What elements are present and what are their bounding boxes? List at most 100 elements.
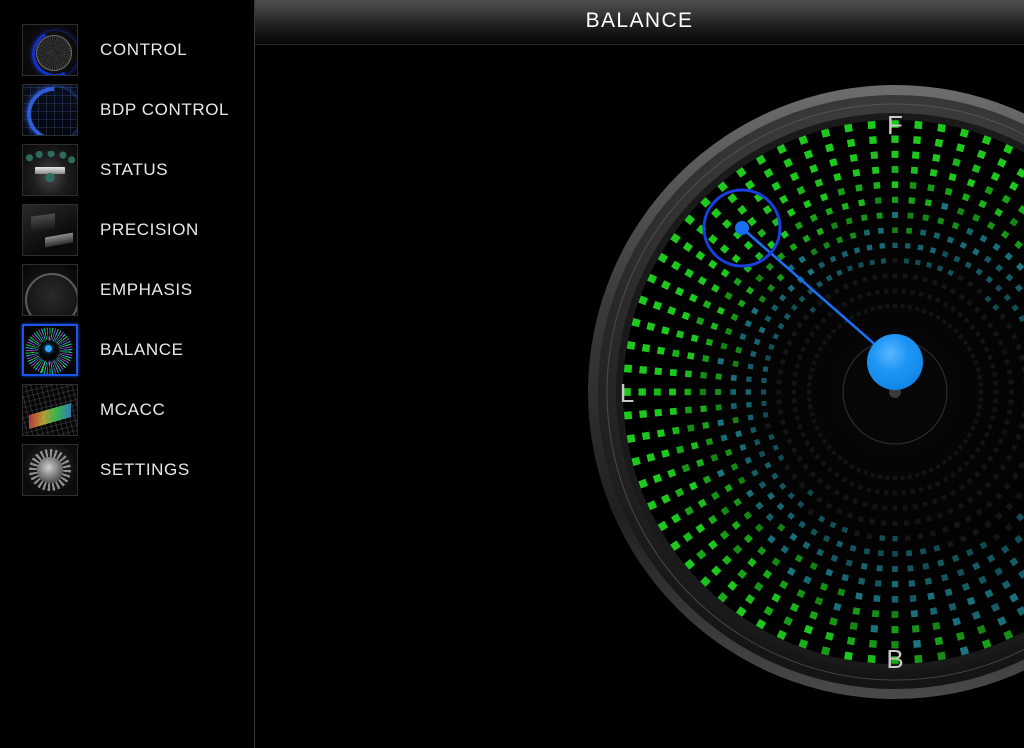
title-bar: BALANCE: [255, 0, 1024, 45]
balance-dial-svg[interactable]: F B L R: [585, 82, 1024, 702]
knob-dial-icon-art: [23, 25, 77, 75]
led-cell: [874, 489, 881, 495]
led-cell: [892, 212, 898, 218]
sidebar-item-mcacc[interactable]: MCACC: [0, 380, 255, 440]
led-cell: [913, 639, 922, 648]
sidebar-item-label: SETTINGS: [100, 460, 190, 479]
led-cell: [844, 651, 853, 661]
sidebar-item-emphasis[interactable]: EMPHASIS: [0, 260, 255, 320]
led-cell: [702, 421, 710, 429]
led-cell: [993, 389, 999, 395]
led-cell: [977, 374, 983, 380]
led-cell: [993, 380, 999, 386]
led-cell: [879, 243, 886, 249]
led-cell: [863, 229, 871, 236]
led-cell: [879, 535, 886, 541]
led-cell: [807, 397, 812, 402]
led-cell: [892, 288, 898, 294]
led-cell: [882, 273, 888, 279]
led-cell: [746, 401, 752, 408]
led-cell: [873, 595, 881, 603]
led-cell: [700, 371, 707, 379]
balance-radial-icon-art: [24, 326, 76, 374]
led-cell: [877, 474, 883, 480]
led-cell: [924, 577, 932, 585]
led-cell: [978, 389, 984, 395]
led-cell: [639, 410, 648, 419]
led-cell: [654, 367, 663, 376]
led-cell: [891, 181, 899, 188]
led-cell: [913, 136, 922, 145]
balance-dial[interactable]: F B L R: [585, 82, 1024, 702]
led-cell: [883, 490, 889, 496]
led-cell: [730, 389, 736, 395]
led-cell: [1008, 379, 1014, 385]
led-cell: [807, 374, 813, 380]
led-cell: [849, 153, 858, 163]
led-cell: [654, 408, 663, 417]
led-cell: [892, 475, 898, 481]
led-cell: [846, 138, 856, 148]
led-cell: [871, 166, 880, 175]
led-cell: [1006, 409, 1013, 415]
led-cell: [891, 150, 899, 158]
led-cell: [687, 424, 695, 432]
led-cell: [777, 369, 784, 375]
led-cell: [906, 550, 913, 557]
led-cell: [876, 212, 883, 219]
balance-radial-icon: [22, 324, 78, 376]
led-cell: [937, 123, 946, 133]
sidebar-item-precision[interactable]: PRECISION: [0, 200, 255, 260]
led-cell: [641, 431, 651, 441]
led-cell: [882, 505, 888, 511]
dial-handle-dot[interactable]: [735, 221, 749, 235]
led-cell: [874, 580, 882, 587]
led-cell: [867, 120, 876, 130]
led-cell: [867, 654, 876, 664]
led-cell: [891, 626, 899, 634]
led-cell: [874, 289, 881, 295]
sidebar-item-control[interactable]: CONTROL: [0, 20, 255, 80]
led-cell: [656, 346, 666, 355]
led-cell: [907, 474, 913, 480]
led-cell: [700, 405, 707, 413]
led-cell: [872, 274, 878, 281]
led-cell: [914, 518, 921, 525]
dial-position-puck[interactable]: [867, 334, 923, 390]
led-cell: [885, 475, 890, 480]
led-cell: [791, 380, 797, 386]
sidebar-item-label: BDP CONTROL: [100, 100, 230, 119]
led-cell: [908, 580, 916, 587]
led-cell: [671, 426, 680, 435]
bdp-navigation-icon-art: [23, 85, 77, 135]
led-cell: [934, 138, 944, 148]
led-cell: [891, 196, 899, 203]
sidebar-item-settings[interactable]: SETTINGS: [0, 440, 255, 500]
woofer-cone-icon: [22, 264, 78, 316]
bdp-navigation-icon: [22, 84, 78, 136]
led-cell: [1008, 389, 1014, 395]
knob-dial-icon: [22, 24, 78, 76]
led-cell: [717, 419, 725, 427]
sidebar-item-balance[interactable]: BALANCE: [0, 320, 255, 380]
led-cell: [892, 227, 898, 233]
led-cell: [684, 370, 692, 378]
led-cell: [900, 475, 905, 480]
sidebar-item-label: CONTROL: [100, 40, 188, 59]
led-cell: [877, 304, 883, 310]
led-cell: [901, 288, 907, 294]
dial-label-left: L: [620, 378, 634, 408]
sidebar-item-bdp-control[interactable]: BDP CONTROL: [0, 80, 255, 140]
led-cell: [909, 489, 916, 495]
led-cell: [715, 389, 721, 395]
gear-icon: [22, 444, 78, 496]
led-cell: [880, 258, 887, 264]
led-cell: [852, 168, 861, 177]
sidebar-item-status[interactable]: STATUS: [0, 140, 255, 200]
led-cell: [906, 227, 913, 234]
led-cell: [1008, 399, 1014, 405]
sidebar-item-label: EMPHASIS: [100, 280, 193, 299]
led-cell: [638, 388, 646, 396]
speaker-layout-icon: [22, 144, 78, 196]
led-cell: [866, 244, 873, 251]
